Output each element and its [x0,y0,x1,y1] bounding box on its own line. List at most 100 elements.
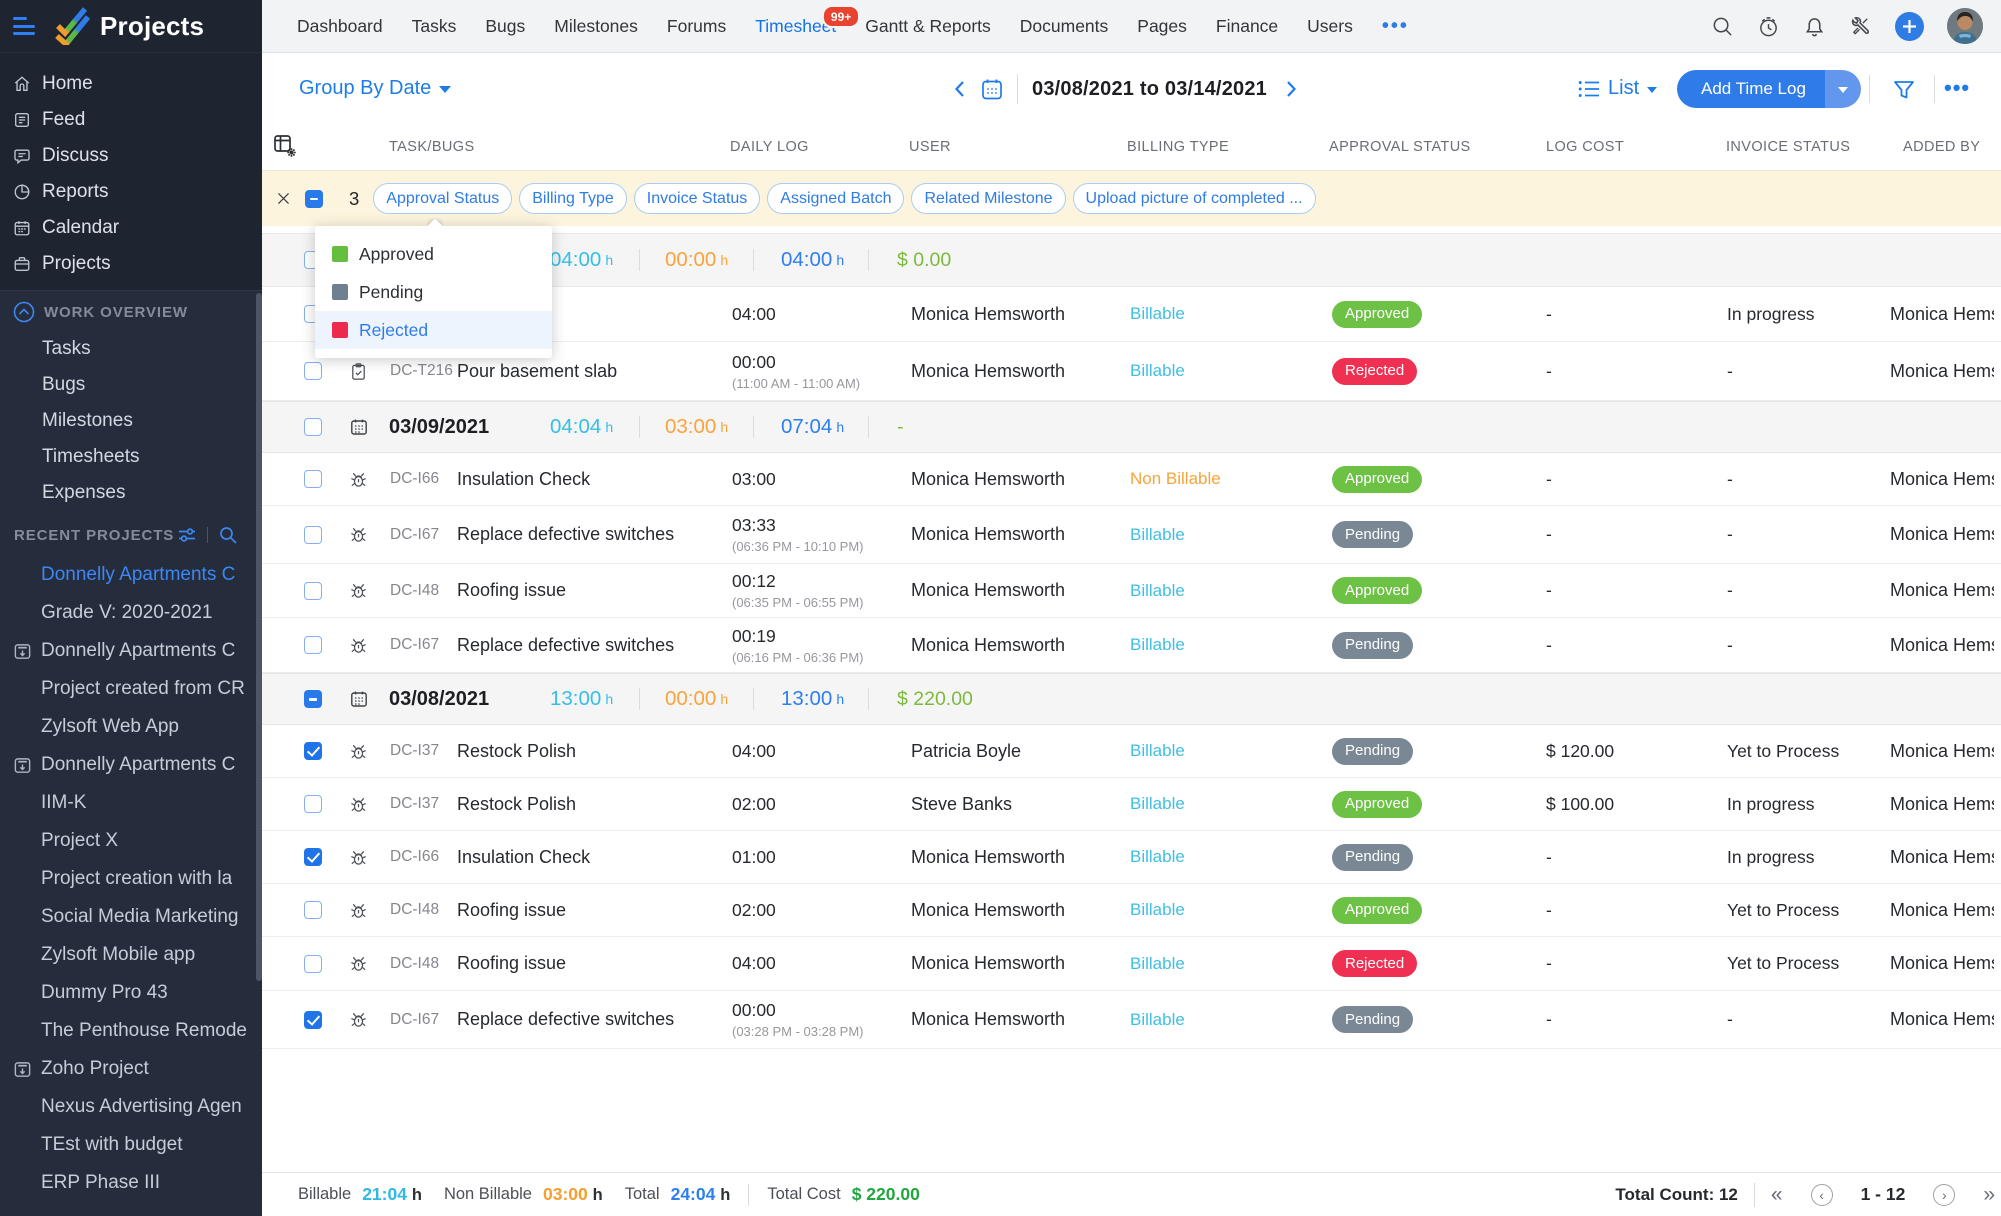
sidebar-project-item[interactable]: Project X [0,822,262,860]
sidebar-project-item[interactable]: Zoho Project [0,1050,262,1088]
sidebar-item-calendar[interactable]: Calendar [0,210,262,246]
tab-timesheet[interactable]: Timesheet 99+ [755,4,861,37]
sidebar-project-item[interactable]: Donnelly Apartments C [0,746,262,784]
row-checkbox[interactable] [304,690,322,708]
timesheet-row[interactable]: DC-I67 Replace defective switches 00:00 (03… [262,991,2001,1049]
filter-chip-related-milestone[interactable]: Related Milestone [911,183,1066,214]
item-name[interactable]: Restock Polish [457,725,576,777]
filter-funnel-icon[interactable] [1892,78,1916,102]
row-checkbox[interactable] [304,418,322,436]
item-name[interactable]: Roofing issue [457,937,566,990]
dropdown-option-rejected[interactable]: Rejected [315,311,552,349]
item-name[interactable]: Restock Polish [457,778,576,830]
sidebar-project-item[interactable]: Grade V: 2020-2021 [0,594,262,632]
row-checkbox[interactable] [304,525,322,544]
add-time-log-split-caret[interactable] [1824,70,1861,108]
column-header-approval-status[interactable]: APPROVAL STATUS [1329,139,1471,155]
row-checkbox[interactable] [304,636,322,654]
sidebar-item-feed[interactable]: Feed [0,102,262,138]
tab-documents[interactable]: Documents [1020,16,1109,37]
row-checkbox[interactable] [304,848,322,866]
dropdown-option-approved[interactable]: Approved [315,235,552,273]
close-filter-icon[interactable] [277,192,290,205]
column-header-task-bugs[interactable]: TASK/BUGS [389,139,475,155]
toolbar-more-icon[interactable]: ••• [1944,75,1970,101]
sidebar-item-projects[interactable]: Projects [0,246,262,282]
hamburger-menu-icon[interactable] [13,17,39,35]
tab-bugs[interactable]: Bugs [485,16,525,37]
filter-chip-assigned-batch[interactable]: Assigned Batch [767,183,905,214]
sidebar-item-expenses[interactable]: Expenses [0,475,262,511]
sidebar-item-bugs[interactable]: Bugs [0,367,262,403]
sidebar-project-item[interactable]: Zylsoft Mobile app [0,936,262,974]
timesheet-row[interactable]: DC-I66 Insulation Check 01:00 Monica Hemswo… [262,831,2001,884]
tab-dashboard[interactable]: Dashboard [297,16,383,37]
project-search-icon[interactable] [218,525,238,545]
column-header-billing-type[interactable]: BILLING TYPE [1127,139,1229,155]
view-switcher[interactable]: List [1578,77,1658,100]
prev-week-button[interactable] [950,79,970,99]
dropdown-option-pending[interactable]: Pending [315,273,552,311]
sidebar-project-item[interactable]: ERP Phase III [0,1164,262,1202]
sidebar-project-item[interactable]: Project creation with la [0,860,262,898]
timesheet-row[interactable]: DC-I48 Roofing issue 04:00 Monica Hemsworth… [262,937,2001,991]
sidebar-project-item[interactable]: Project created from CR [0,670,262,708]
next-page-button[interactable]: › [1933,1183,1956,1206]
tab-gantt-reports[interactable]: Gantt & Reports [865,16,990,37]
timesheet-row[interactable]: DC-I66 Insulation Check 03:00 Monica Hemswo… [262,453,2001,506]
filter-chip-upload-picture-of-completed-[interactable]: Upload picture of completed ... [1072,183,1316,214]
item-name[interactable]: Insulation Check [457,453,590,505]
timesheet-row[interactable]: DC-I37 Restock Polish 02:00 Steve Banks Bill… [262,778,2001,831]
column-settings-icon[interactable] [272,133,298,159]
nav-more-icon[interactable]: ••• [1382,16,1409,36]
date-range-label[interactable]: 03/08/2021 to 03/14/2021 [1032,78,1267,101]
sidebar-project-item[interactable]: Donnelly Apartments C [0,556,262,594]
next-week-button[interactable] [1281,79,1301,99]
column-header-invoice-status[interactable]: INVOICE STATUS [1726,139,1850,155]
filter-chip-approval-status[interactable]: Approval Status [373,183,513,214]
row-checkbox[interactable] [304,954,322,973]
quick-add-button[interactable] [1895,11,1924,41]
item-name[interactable]: Replace defective switches [457,618,674,672]
sidebar-item-tasks[interactable]: Tasks [0,331,262,367]
sidebar-project-item[interactable]: Donnelly Apartments C [0,632,262,670]
row-checkbox[interactable] [304,742,322,760]
column-header-daily-log[interactable]: DAILY LOG [730,139,809,155]
column-header-user[interactable]: USER [909,139,951,155]
sidebar-project-item[interactable]: IIM-K [0,784,262,822]
item-name[interactable]: Replace defective switches [457,991,674,1048]
calendar-picker-icon[interactable] [980,77,1004,101]
tab-forums[interactable]: Forums [667,16,726,37]
tab-pages[interactable]: Pages [1137,16,1187,37]
sidebar-item-milestones[interactable]: Milestones [0,403,262,439]
column-header-added-by[interactable]: ADDED BY [1903,139,1980,155]
filter-chip-billing-type[interactable]: Billing Type [519,183,627,214]
filter-sliders-icon[interactable] [177,525,197,545]
item-name[interactable]: Roofing issue [457,884,566,936]
row-checkbox[interactable] [304,901,322,919]
avatar[interactable] [1947,8,1983,44]
sidebar-project-item[interactable]: Social Media Marketing [0,898,262,936]
select-all-checkbox[interactable] [305,189,323,208]
row-checkbox[interactable] [304,581,322,600]
sidebar-project-item[interactable]: Nexus Advertising Agen [0,1088,262,1126]
bell-icon[interactable] [1803,15,1826,38]
sidebar-project-item[interactable]: The Penthouse Remode [0,1012,262,1050]
column-header-log-cost[interactable]: LOG COST [1546,139,1624,155]
sidebar-item-reports[interactable]: Reports [0,174,262,210]
sidebar-item-home[interactable]: Home [0,66,262,102]
row-checkbox[interactable] [304,470,322,488]
row-checkbox[interactable] [304,362,322,380]
work-overview-section[interactable]: WORK OVERVIEW [0,293,262,331]
sidebar-project-item[interactable]: Dummy Pro 43 [0,974,262,1012]
sidebar-project-item[interactable]: TEst with budget [0,1126,262,1164]
last-page-button[interactable]: » [1983,1184,1995,1205]
filter-chip-invoice-status[interactable]: Invoice Status [633,183,761,214]
timesheet-row[interactable]: DC-I67 Replace defective switches 00:19 (06… [262,618,2001,673]
row-checkbox[interactable] [304,1010,322,1029]
timesheet-row[interactable]: DC-I37 Restock Polish 04:00 Patricia Boyle B… [262,725,2001,778]
timesheet-row[interactable]: DC-I67 Replace defective switches 03:33 (06… [262,506,2001,564]
group-by-dropdown[interactable]: Group By Date [299,77,452,100]
tab-tasks[interactable]: Tasks [412,16,457,37]
tab-users[interactable]: Users [1307,16,1353,37]
